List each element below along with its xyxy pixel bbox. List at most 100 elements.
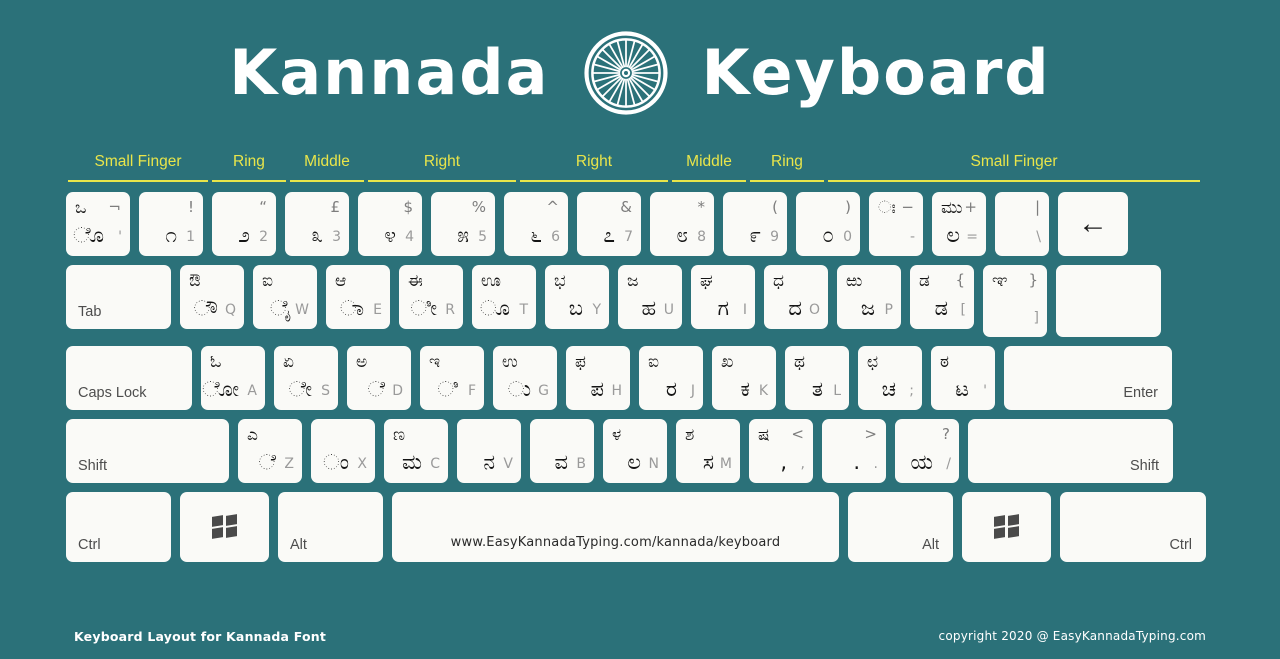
key-legend-base: ಮ bbox=[402, 450, 422, 474]
key-legend-latin: 1 bbox=[186, 229, 195, 245]
key-j[interactable]: ಐರJ bbox=[639, 346, 703, 410]
key-legend-shifted: ಉ bbox=[502, 352, 518, 372]
key-4[interactable]: $೪ 4 bbox=[358, 192, 422, 256]
key-t[interactable]: ಊೂ T bbox=[472, 265, 536, 329]
key-p[interactable]: ಱು ಜ P bbox=[837, 265, 901, 329]
key-shift-right[interactable]: Shift bbox=[968, 419, 1173, 483]
key-q[interactable]: ಔೌ Q bbox=[180, 265, 244, 329]
key-legend-base: ೋ bbox=[202, 377, 239, 401]
key-g[interactable]: ಉು G bbox=[493, 346, 557, 410]
key-i[interactable]: ಘಗI bbox=[691, 265, 755, 329]
key-legend: Ctrl bbox=[78, 536, 101, 553]
key-legend-latin: Y bbox=[592, 302, 601, 318]
key-ctrl-right[interactable]: Ctrl bbox=[1060, 492, 1206, 562]
key-legend-shifted: ಒ bbox=[75, 198, 87, 218]
key-enter-top[interactable] bbox=[1056, 265, 1161, 337]
key-legend: Shift bbox=[78, 457, 108, 474]
key-legend-base: ೫ bbox=[457, 223, 469, 247]
key-legend-base: ೬ bbox=[530, 223, 542, 247]
key-y[interactable]: ಭಬY bbox=[545, 265, 609, 329]
key-semicolon[interactable]: ಛ ಚ; bbox=[858, 346, 922, 410]
key-caps-lock[interactable]: Caps Lock bbox=[66, 346, 192, 410]
key-bracket-left[interactable]: ಡ {ಡ [ bbox=[910, 265, 974, 329]
key-legend-latin: / bbox=[946, 456, 951, 472]
key-legend-latin: [ bbox=[960, 302, 966, 318]
key-space[interactable]: www.EasyKannadaTyping.com/kannada/keyboa… bbox=[392, 492, 839, 562]
key-quote[interactable]: ಠ ಟ ' bbox=[931, 346, 995, 410]
key-f[interactable]: ಇಿ F bbox=[420, 346, 484, 410]
key-win-left[interactable] bbox=[180, 492, 269, 562]
key-ctrl-left[interactable]: Ctrl bbox=[66, 492, 171, 562]
key-k[interactable]: ಖಕK bbox=[712, 346, 776, 410]
key-legend-symbol: + bbox=[964, 198, 977, 216]
key-backspace[interactable]: ← bbox=[1058, 192, 1128, 256]
key-2[interactable]: “ ೨ 2 bbox=[212, 192, 276, 256]
key-enter[interactable]: Enter bbox=[1004, 346, 1172, 410]
key-x[interactable]: ಂ X bbox=[311, 419, 375, 483]
key-legend-shifted: ಡ bbox=[919, 271, 930, 291]
key-backslash[interactable]: | \ bbox=[995, 192, 1049, 256]
key-shift-left[interactable]: Shift bbox=[66, 419, 229, 483]
footer-left-text: Keyboard Layout for Kannada Font bbox=[74, 628, 327, 644]
key-6[interactable]: ^ ೬ 6 bbox=[504, 192, 568, 256]
key-m[interactable]: ಶಸM bbox=[676, 419, 740, 483]
key-h[interactable]: ಫಪH bbox=[566, 346, 630, 410]
key-legend-latin: F bbox=[467, 383, 476, 399]
finger-guide-label: Ring bbox=[771, 153, 803, 170]
key-legend-latin: 7 bbox=[624, 229, 633, 245]
key-z[interactable]: ಎೆ Z bbox=[238, 419, 302, 483]
finger-guide-segment: Middle bbox=[290, 152, 364, 182]
key-legend-latin: ] bbox=[1033, 310, 1039, 326]
key-alt-right[interactable]: Alt bbox=[848, 492, 953, 562]
key-legend-shifted: ಷ bbox=[758, 425, 770, 445]
key-l[interactable]: ಥತL bbox=[785, 346, 849, 410]
key-legend-shifted: ಃ bbox=[878, 198, 896, 218]
key-legend-base: ಯ bbox=[910, 450, 934, 474]
key-legend-latin: = bbox=[966, 229, 978, 245]
key-5[interactable]: % ೫ 5 bbox=[431, 192, 495, 256]
key-slash[interactable]: ? ಯ / bbox=[895, 419, 959, 483]
key-equal[interactable]: ಮು + ಲ = bbox=[932, 192, 986, 256]
key-legend-symbol: % bbox=[471, 198, 486, 216]
key-legend-symbol: ? bbox=[942, 425, 950, 443]
key-legend-symbol: ^ bbox=[546, 198, 559, 216]
key-r[interactable]: ಈೀ R bbox=[399, 265, 463, 329]
key-legend-base: ೧ bbox=[165, 223, 177, 247]
key-legend-shifted: ಞ bbox=[992, 271, 1008, 291]
key-d[interactable]: ಅೆ D bbox=[347, 346, 411, 410]
key-bracket-right[interactable]: ಞ}] bbox=[983, 265, 1047, 337]
key-1[interactable]: ! ೧ 1 bbox=[139, 192, 203, 256]
key-legend-latin: R bbox=[445, 302, 455, 318]
key-legend-base: ಪ bbox=[590, 377, 604, 401]
key-9[interactable]: (೯ 9 bbox=[723, 192, 787, 256]
key-period[interactable]: >.. bbox=[822, 419, 886, 483]
key-o[interactable]: ಧದO bbox=[764, 265, 828, 329]
key-3[interactable]: £೩ 3 bbox=[285, 192, 349, 256]
key-a[interactable]: ಓೋ A bbox=[201, 346, 265, 410]
key-8[interactable]: * ೮ 8 bbox=[650, 192, 714, 256]
key-v[interactable]: ನV bbox=[457, 419, 521, 483]
key-0[interactable]: ) ೦ 0 bbox=[796, 192, 860, 256]
key-s[interactable]: ಏೇ S bbox=[274, 346, 338, 410]
key-n[interactable]: ಳಲN bbox=[603, 419, 667, 483]
finger-guide-segment: Middle bbox=[672, 152, 746, 182]
key-comma[interactable]: ಷ <,, bbox=[749, 419, 813, 483]
key-legend-base: ಸ bbox=[702, 450, 714, 474]
key-legend-latin: W bbox=[295, 302, 309, 318]
key-backquote[interactable]: ಒ ¬ೊ ' bbox=[66, 192, 130, 256]
key-win-right[interactable] bbox=[962, 492, 1051, 562]
key-legend-base: ೨ bbox=[238, 223, 250, 247]
finger-guide-label: Small Finger bbox=[970, 153, 1058, 170]
key-e[interactable]: ಆಾ E bbox=[326, 265, 390, 329]
key-b[interactable]: ವB bbox=[530, 419, 594, 483]
key-legend-shifted: ಐ bbox=[262, 271, 273, 291]
key-w[interactable]: ಐೈ W bbox=[253, 265, 317, 329]
key-7[interactable]: & ೭ 7 bbox=[577, 192, 641, 256]
key-legend-shifted: ಓ bbox=[210, 352, 222, 372]
key-legend-latin: G bbox=[538, 383, 549, 399]
key-alt-left[interactable]: Alt bbox=[278, 492, 383, 562]
key-u[interactable]: ಜಹU bbox=[618, 265, 682, 329]
key-c[interactable]: ಣಮC bbox=[384, 419, 448, 483]
key-minus[interactable]: ಃ − - bbox=[869, 192, 923, 256]
key-tab[interactable]: Tab bbox=[66, 265, 171, 329]
